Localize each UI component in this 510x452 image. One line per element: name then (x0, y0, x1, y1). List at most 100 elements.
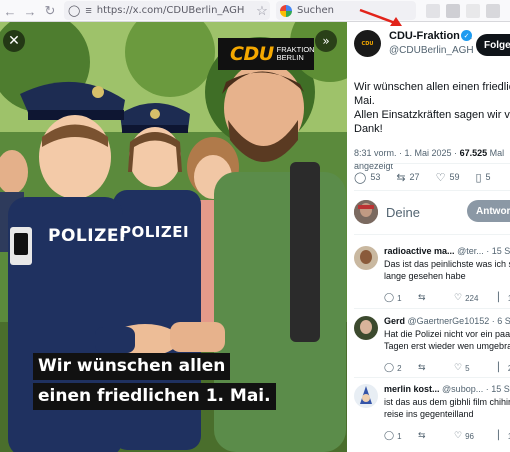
forward-icon[interactable]: → (20, 1, 40, 21)
browser-toolbar: ← → ↻ ◯ ≡ https://x.com/CDUBerlin_AGH ☆ … (0, 0, 510, 22)
divider (354, 234, 510, 235)
view-count: 67.525 (459, 148, 488, 158)
views-icon: ▏ (498, 363, 505, 373)
reply-action[interactable]: ◯ 1 (384, 293, 418, 303)
annotation-arrow (359, 8, 402, 26)
comment-author[interactable]: radioactive ma... (384, 246, 455, 256)
polizei-badge-right: POLIZEI (120, 223, 190, 241)
comment-handle: @GaertnerGe10152 (407, 316, 490, 326)
divider (354, 190, 510, 191)
list-item[interactable]: Gerd @GaertnerGe10152 · 6 St Hat die Pol… (354, 316, 510, 381)
chevron-right-double-icon: » (322, 34, 330, 48)
tweet-actions: ◯ 53 ⇆ 27 ♡ 59 ▯ 5 (354, 169, 510, 185)
extension-icon[interactable] (446, 4, 460, 18)
repost-action[interactable]: ⇆ (418, 431, 454, 441)
views-action[interactable]: ▏11 (498, 431, 510, 441)
like-action[interactable]: ♡ 5 (454, 363, 498, 373)
repost-icon: ⇆ (418, 431, 426, 441)
polizei-badge-left: POLIZEI (48, 226, 126, 246)
reply-count: 2 (397, 363, 402, 373)
reply-count: 1 (397, 293, 402, 303)
author-handle[interactable]: @CDUBerlin_AGH (389, 45, 474, 56)
avatar[interactable] (354, 246, 378, 270)
image-caption-line-2: einen friedlichen 1. Mai. (33, 383, 276, 410)
like-count: 59 (449, 172, 460, 182)
bookmark-star-icon[interactable]: ☆ (252, 1, 272, 21)
back-icon[interactable]: ← (0, 1, 20, 21)
comment-actions: ◯1 ⇆ ♡96 ▏11 (384, 431, 510, 441)
repost-icon: ⇆ (418, 293, 426, 303)
comment-time: · 15 St (485, 384, 510, 394)
repost-count: 27 (409, 172, 420, 182)
google-icon (280, 4, 292, 17)
like-action[interactable]: ♡ 96 (454, 431, 498, 441)
list-item[interactable]: radioactive ma... @ter... · 15 St Das is… (354, 246, 510, 311)
bookmark-count: 5 (485, 172, 491, 182)
tweet-detail-panel: CDU CDU-Fraktion ... ✓ @CDUBerlin_AGH Fo… (347, 22, 510, 452)
repost-action[interactable]: ⇆ (418, 293, 454, 303)
media-viewer[interactable]: POLIZEI POLIZEI ✕ » CDU FRAKTION BERLIN … (0, 22, 347, 452)
reply-count: 1 (397, 431, 402, 441)
like-action[interactable]: ♡ 59 (436, 171, 460, 184)
address-bar[interactable]: ◯ ≡ https://x.com/CDUBerlin_AGH (64, 1, 270, 20)
reply-count: 53 (370, 172, 381, 182)
comment-icon: ◯ (384, 293, 395, 303)
logo-sub-line-2: BERLIN (276, 53, 304, 62)
comment-text: Hat die Polizei nicht vor ein paar Tagen… (384, 329, 510, 351)
comment-actions: ◯2 ⇆ ♡5 ▏29 (384, 363, 510, 373)
comment-icon: ◯ (354, 170, 367, 184)
extension-icon[interactable] (426, 4, 440, 18)
tweet-timestamp[interactable]: 8:31 vorm. · 1. Mai 2025 · (354, 148, 457, 158)
views-icon: ▏ (498, 293, 505, 303)
like-count: 96 (465, 431, 474, 441)
reload-icon[interactable]: ↻ (40, 1, 60, 21)
shield-icon: ◯ (68, 5, 81, 17)
logo-word: CDU (230, 43, 274, 65)
comment-handle: @ter... (457, 246, 484, 256)
bookmark-action[interactable]: ▯ 5 (475, 171, 490, 184)
extension-icon[interactable] (466, 4, 480, 18)
repost-icon: ⇆ (396, 170, 406, 184)
like-action[interactable]: ♡ 224 (454, 293, 498, 303)
heart-icon: ♡ (454, 431, 463, 441)
comment-header: Gerd @GaertnerGe10152 · 6 St (384, 316, 510, 326)
comment-text: ist das aus dem gibhli film chihiro reis… (384, 397, 510, 419)
close-button[interactable]: ✕ (3, 30, 25, 52)
reply-action[interactable]: ◯ 53 (354, 171, 380, 184)
lock-icon: ≡ (85, 4, 92, 17)
avatar (354, 200, 378, 224)
repost-action[interactable]: ⇆ (418, 363, 454, 373)
image-caption-line-1: Wir wünschen allen (33, 353, 231, 380)
like-count: 224 (465, 293, 479, 303)
list-item[interactable]: merlin kost... @subop... · 15 St ist das… (354, 384, 510, 449)
search-placeholder: Suchen (297, 5, 335, 16)
views-action[interactable]: ▏11 (498, 293, 510, 303)
view-count-label: Mal (489, 148, 505, 158)
comment-icon: ◯ (384, 363, 395, 373)
views-action[interactable]: ▏29 (498, 363, 510, 373)
extension-icon[interactable] (486, 4, 500, 18)
comment-author[interactable]: Gerd (384, 316, 405, 326)
avatar[interactable] (354, 384, 378, 408)
bookmark-icon: ▯ (475, 170, 482, 184)
expand-button[interactable]: » (315, 30, 337, 52)
divider (354, 163, 510, 164)
comment-author[interactable]: merlin kost... (384, 384, 440, 394)
heart-icon: ♡ (454, 363, 463, 373)
comment-handle: @subop... (442, 384, 484, 394)
logo-subtitle: FRAKTION BERLIN (277, 46, 315, 62)
avatar[interactable] (354, 316, 378, 340)
reply-action[interactable]: ◯ 1 (384, 431, 418, 441)
repost-icon: ⇆ (418, 363, 426, 373)
reply-input[interactable]: Deine (386, 205, 420, 220)
divider (354, 308, 510, 309)
follow-button[interactable]: Folgen (476, 34, 510, 56)
reply-action[interactable]: ◯ 2 (384, 363, 418, 373)
heart-icon: ♡ (454, 293, 463, 303)
like-count: 5 (465, 363, 470, 373)
comment-header: merlin kost... @subop... · 15 St (384, 384, 510, 394)
comment-time: · 6 St (491, 316, 510, 326)
views-icon: ▏ (498, 431, 505, 441)
reply-button[interactable]: Antwort (467, 200, 510, 222)
repost-action[interactable]: ⇆ 27 (396, 171, 419, 184)
